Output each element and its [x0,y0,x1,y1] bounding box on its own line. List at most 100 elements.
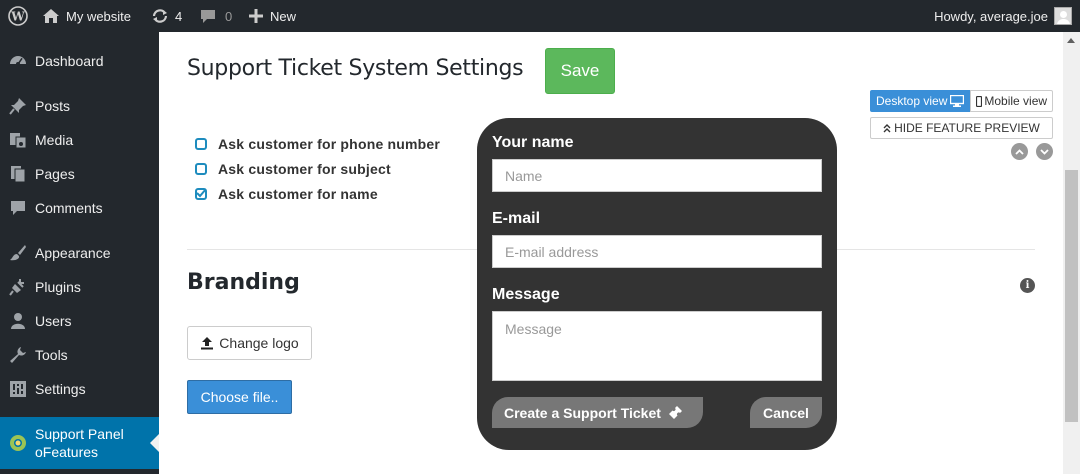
new-label: New [270,8,297,24]
page-title: Support Ticket System Settings [187,56,524,81]
branding-heading: Branding [187,270,300,295]
option-label: Ask customer for name [218,186,378,202]
mobile-view-button[interactable]: Mobile view [970,90,1054,112]
upload-icon [201,337,214,350]
sidebar-item-label: Tools [35,347,68,363]
message-label: Message [492,286,560,303]
avatar [1054,7,1072,25]
scrollbar-thumb[interactable] [1065,170,1078,422]
admin-sidebar: Dashboard Posts Media Pages Comments App… [0,32,159,474]
my-account[interactable]: Howdy, average.joe [934,0,1072,32]
pin-icon [0,97,35,115]
change-logo-label: Change logo [219,335,299,351]
comment-bubble-icon [201,10,215,23]
updates-count: 4 [175,8,183,24]
site-name-link[interactable]: My website [42,0,131,32]
option-name[interactable]: Ask customer for name [195,186,378,202]
ticket-icon [668,406,682,419]
sidebar-item-media[interactable]: Media [0,123,159,157]
create-ticket-label: Create a Support Ticket [504,404,661,421]
name-input[interactable]: Name [492,159,822,192]
sidebar-item-settings[interactable]: Settings [0,372,159,406]
view-toggle: Desktop view Mobile view [870,90,1054,112]
wordpress-logo-icon[interactable]: W [8,0,28,32]
sidebar-item-label: Plugins [35,279,81,295]
chevron-down-icon [1040,148,1049,155]
hide-preview-label: HIDE FEATURE PREVIEW [894,121,1040,135]
sidebar-item-label: Pages [35,166,75,182]
chevron-up-icon [1015,148,1024,155]
cancel-button[interactable]: Cancel [750,397,822,428]
hide-feature-preview-button[interactable]: HIDE FEATURE PREVIEW [870,117,1053,139]
plugin-icon [0,278,35,296]
support-panel-icon [0,434,35,452]
admin-bar: W My website 4 0 New Howdy, average.joe [0,0,1080,32]
sidebar-item-label: Settings [35,381,86,397]
monitor-icon [950,95,965,107]
sidebar-item-posts[interactable]: Posts [0,89,159,123]
desktop-view-label: Desktop view [876,94,948,108]
sidebar-item-plugins[interactable]: Plugins [0,270,159,304]
sidebar-item-support-panel[interactable]: Support Panel oFeatures [0,417,159,469]
option-subject[interactable]: Ask customer for subject [195,161,391,177]
option-label: Ask customer for phone number [218,136,441,152]
info-icon[interactable]: i [1020,278,1035,293]
checkbox-name[interactable] [195,188,207,200]
message-textarea[interactable]: Message [492,311,822,381]
settings-icon [0,380,35,398]
choose-file-button[interactable]: Choose file.. [187,380,292,414]
dashboard-icon [0,52,35,70]
scroll-down-circle-button[interactable] [1036,143,1053,160]
desktop-view-button[interactable]: Desktop view [870,90,971,112]
sidebar-item-dashboard[interactable]: Dashboard [0,44,159,78]
email-label: E-mail [492,210,541,227]
feature-preview-panel: Your name Name E-mail E-mail address Mes… [477,118,837,450]
plus-icon [249,9,263,23]
support-panel-label-line1: Support Panel [35,426,124,442]
double-chevron-up-icon [883,123,891,132]
user-icon [0,312,35,330]
sidebar-item-pages[interactable]: Pages [0,157,159,191]
updates-icon [152,9,168,23]
sidebar-item-label: Posts [35,98,71,114]
updates-link[interactable]: 4 [151,0,182,32]
new-content-link[interactable]: New [249,0,296,32]
checkbox-subject[interactable] [195,163,207,175]
greeting: Howdy, average.joe [934,8,1048,24]
your-name-label: Your name [492,134,574,151]
sidebar-item-label: Dashboard [35,53,104,69]
pages-icon [0,165,35,183]
mobile-view-label: Mobile view [984,94,1048,108]
active-menu-arrow [150,434,159,452]
comments-link[interactable]: 0 [200,0,232,32]
checkmark-icon [196,188,206,198]
wrench-icon [0,346,35,364]
sidebar-item-users[interactable]: Users [0,304,159,338]
brush-icon [0,244,35,262]
comments-count: 0 [225,8,233,24]
sidebar-item-label: Support Panel oFeatures [35,425,124,461]
sidebar-item-label: Users [35,313,72,329]
sidebar-item-appearance[interactable]: Appearance [0,236,159,270]
support-panel-label-line2: oFeatures [35,444,99,460]
vertical-scrollbar[interactable] [1063,32,1080,474]
create-support-ticket-button[interactable]: Create a Support Ticket [492,397,703,428]
checkbox-phone-number[interactable] [195,138,207,150]
svg-text:W: W [10,10,25,24]
save-button[interactable]: Save [545,48,615,94]
sidebar-item-label: Comments [35,200,103,216]
comments-icon [0,199,35,217]
scroll-up-arrow-icon[interactable] [1067,38,1075,43]
site-name: My website [66,8,132,24]
scroll-up-circle-button[interactable] [1011,143,1028,160]
sidebar-item-tools[interactable]: Tools [0,338,159,372]
change-logo-button[interactable]: Change logo [187,326,312,360]
sidebar-item-label: Media [35,132,74,148]
mobile-phone-icon [976,95,983,107]
sidebar-item-comments[interactable]: Comments [0,191,159,225]
sidebar-item-label: Appearance [35,245,111,261]
email-input[interactable]: E-mail address [492,235,822,268]
home-icon [43,9,59,23]
media-icon [0,131,35,149]
option-phone-number[interactable]: Ask customer for phone number [195,136,440,152]
